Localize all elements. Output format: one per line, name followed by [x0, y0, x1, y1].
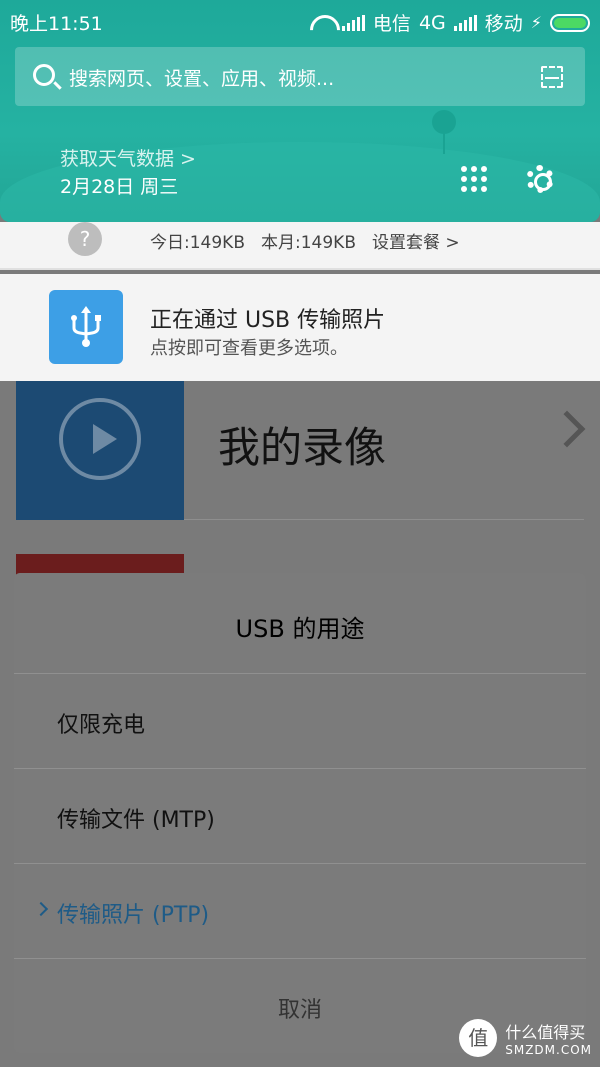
charging-icon: ⚡: [530, 13, 542, 32]
usage-month: 本月:149KB: [261, 233, 356, 253]
clock: 晚上11:51: [10, 13, 103, 35]
watermark: 值 什么值得买 SMZDM.COM: [459, 1019, 592, 1057]
signal-icon: [341, 14, 365, 31]
gear-icon[interactable]: [526, 165, 554, 193]
status-bar: 晚上11:51 电信 4G 移动 ⚡: [0, 0, 600, 42]
signal-icon-2: [453, 14, 477, 31]
usb-notification-title: 正在通过 USB 传输照片: [150, 308, 386, 333]
search-input[interactable]: 搜索网页、设置、应用、视频...: [69, 64, 334, 91]
option-label: 仅限充电: [57, 713, 146, 738]
watermark-site: SMZDM.COM: [505, 1043, 592, 1057]
dialog-title: USB 的用途: [235, 615, 365, 643]
battery-icon: [550, 13, 590, 32]
carrier-2: 移动: [484, 13, 523, 35]
usb-notification[interactable]: 正在通过 USB 传输照片 点按即可查看更多选项。: [0, 274, 600, 381]
weather-link[interactable]: 获取天气数据 >: [60, 144, 196, 171]
option-label: 传输文件 (MTP): [57, 808, 215, 833]
option-label: 传输照片 (PTP): [57, 903, 210, 928]
watermark-logo: 值: [459, 1019, 498, 1057]
apps-grid-icon[interactable]: [461, 166, 487, 192]
help-icon[interactable]: ?: [68, 222, 102, 256]
scan-icon[interactable]: [541, 66, 563, 88]
data-usage: 今日:149KB 本月:149KB 设置套餐 >: [150, 228, 460, 253]
wifi-icon: [310, 15, 334, 31]
watermark-name: 什么值得买: [505, 1023, 586, 1042]
option-charge-only[interactable]: 仅限充电: [14, 673, 586, 768]
video-thumbnail: [16, 380, 184, 520]
search-bar[interactable]: 搜索网页、设置、应用、视频...: [15, 47, 585, 106]
carrier-1: 电信: [372, 13, 411, 35]
decorative-tree-icon: [432, 110, 456, 154]
network-type: 4G: [418, 11, 446, 34]
usb-usage-dialog: USB 的用途 仅限充电 传输文件 (MTP) 传输照片 (PTP) 取消: [14, 573, 586, 1053]
option-mtp[interactable]: 传输文件 (MTP): [14, 768, 586, 863]
usage-today: 今日:149KB: [150, 233, 245, 253]
option-ptp[interactable]: 传输照片 (PTP): [14, 863, 586, 958]
play-icon: [59, 398, 141, 480]
recording-row: 我的录像: [16, 380, 586, 520]
chevron-right-icon: [548, 410, 586, 448]
selected-chevron-icon: [33, 901, 49, 917]
setup-plan-link[interactable]: 设置套餐 >: [372, 228, 460, 253]
recording-title: 我的录像: [218, 423, 387, 472]
notification-shade: 晚上11:51 电信 4G 移动 ⚡ 搜索网页、设置、应用、视频... 获取天气…: [0, 0, 600, 222]
search-icon: [33, 64, 55, 86]
usb-icon: [49, 290, 123, 364]
usb-notification-subtitle: 点按即可查看更多选项。: [150, 338, 348, 359]
date-label: 2月28日 周三: [60, 176, 179, 198]
